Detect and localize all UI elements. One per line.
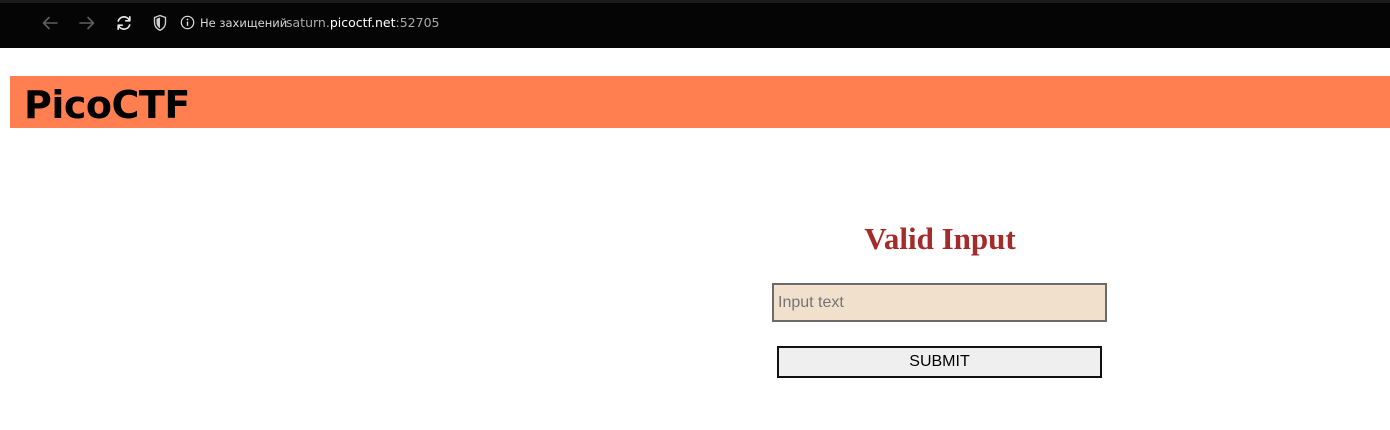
url-subdomain: saturn. [286, 15, 330, 30]
security-status-label[interactable]: Не захищений [200, 14, 287, 32]
forward-arrow-icon [79, 16, 95, 30]
address-bar[interactable]: saturn.picoctf.net:52705 [286, 14, 439, 32]
reload-icon [117, 15, 131, 31]
site-title: PicoCTF [24, 83, 190, 127]
reload-button[interactable] [112, 11, 136, 35]
back-arrow-icon [42, 16, 58, 30]
url-host: picoctf.net [329, 15, 396, 30]
url-port: :52705 [395, 15, 440, 30]
browser-toolbar: Не захищений saturn.picoctf.net:52705 [0, 0, 1390, 48]
info-icon[interactable] [180, 15, 195, 30]
text-input-field[interactable] [772, 283, 1107, 322]
forward-button[interactable] [75, 11, 99, 35]
site-header: PicoCTF [10, 76, 1390, 128]
shield-icon[interactable] [152, 14, 168, 32]
submit-button[interactable]: SUBMIT [777, 346, 1102, 378]
back-button[interactable] [38, 11, 62, 35]
form-title: Valid Input [864, 221, 1016, 256]
